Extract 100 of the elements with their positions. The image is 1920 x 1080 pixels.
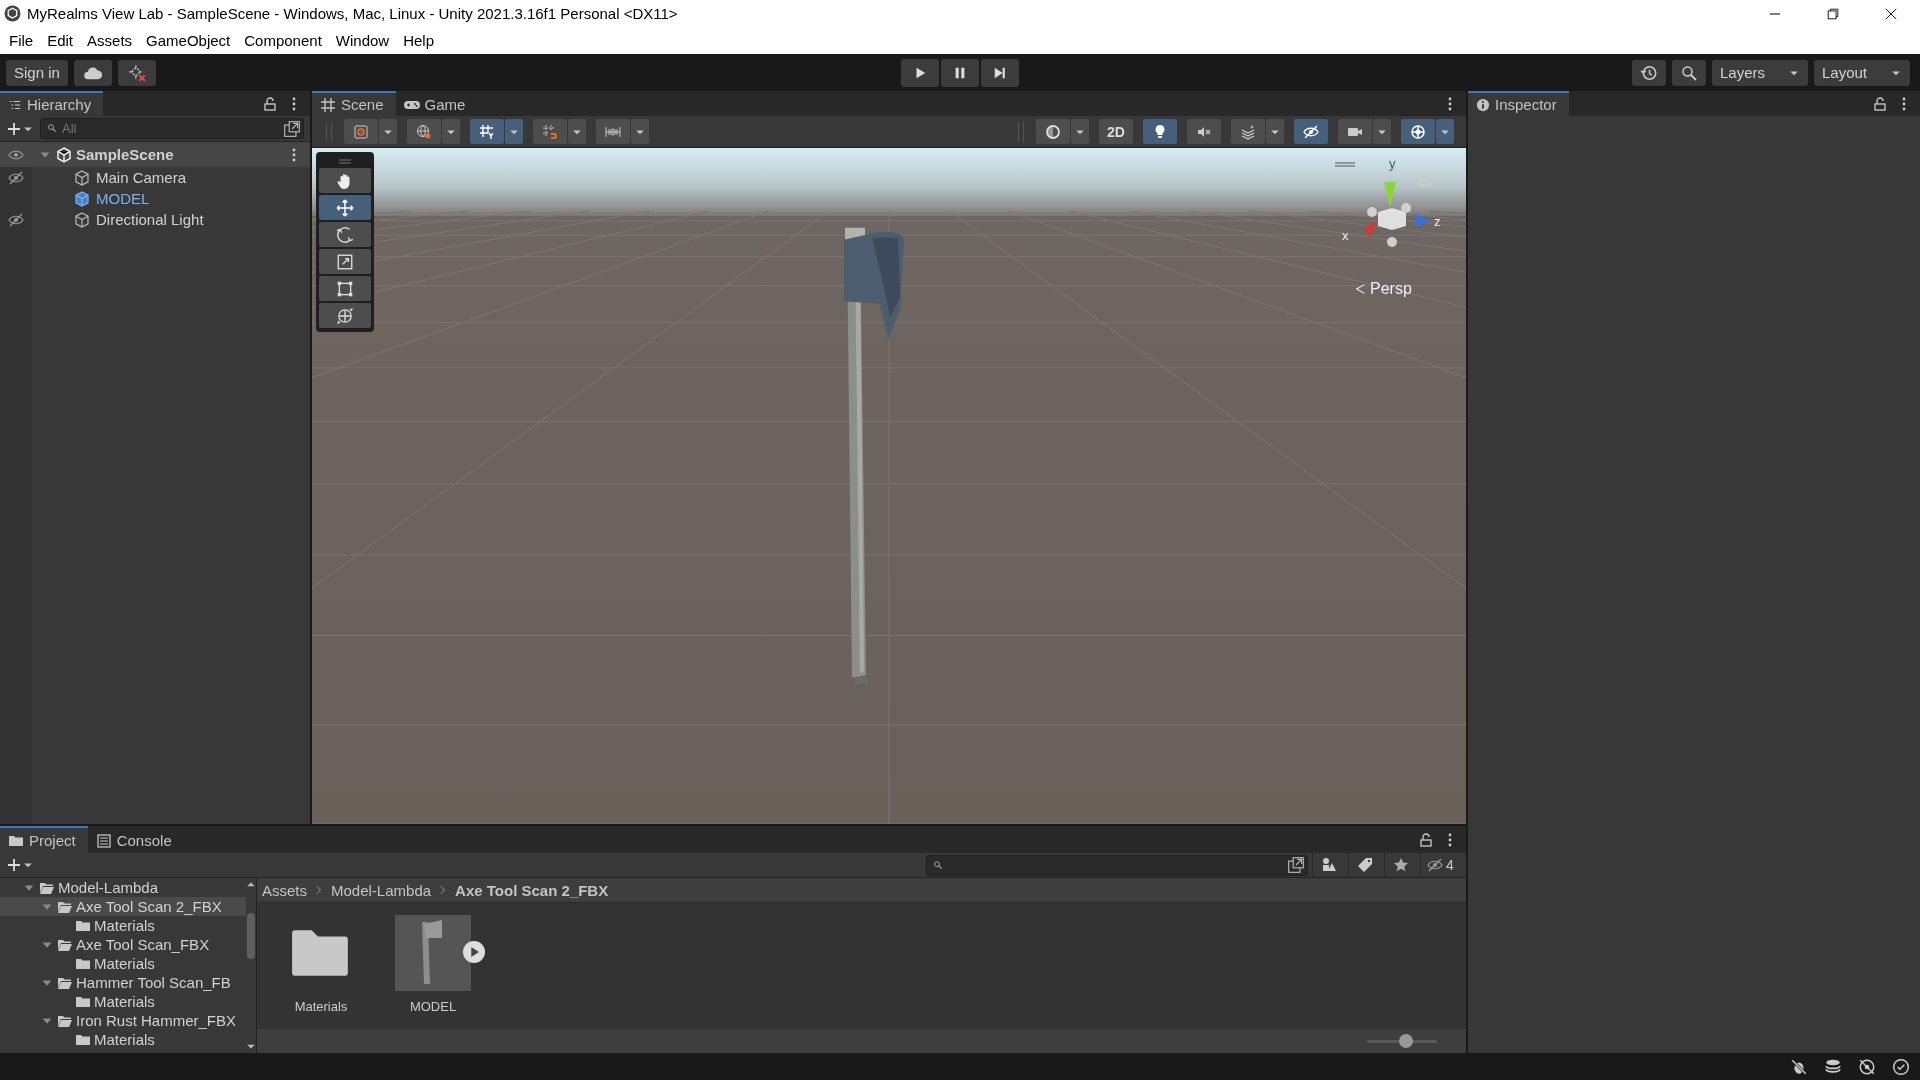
play-button[interactable]: [901, 58, 939, 87]
scale-icon: [336, 252, 354, 271]
panel-tab[interactable]: Project: [0, 826, 88, 853]
move-tool-button[interactable]: [319, 195, 371, 220]
scene-row[interactable]: SampleScene: [32, 142, 310, 167]
sphere-toggle[interactable]: [1036, 119, 1070, 144]
folder-tree-item[interactable]: Materials: [0, 954, 246, 973]
menu-item[interactable]: Help: [396, 32, 442, 49]
view-2d-button[interactable]: 2D: [1099, 119, 1133, 144]
layers-dropdown[interactable]: Layers: [1712, 59, 1808, 86]
rotate-tool-button[interactable]: [319, 222, 371, 247]
layers-toggle[interactable]: [1231, 119, 1265, 144]
grid-toggle[interactable]: [470, 119, 504, 144]
globe-toggle[interactable]: [407, 119, 441, 144]
rect-tool-button[interactable]: [319, 276, 371, 301]
slider-thumb[interactable]: [1398, 1034, 1413, 1048]
add-button[interactable]: [6, 857, 34, 873]
tag-icon: [1356, 857, 1373, 873]
folder-tree-item[interactable]: Axe Tool Scan 2_FBX: [0, 897, 246, 916]
transform-tool-button[interactable]: [319, 303, 371, 328]
menu-item[interactable]: Assets: [80, 32, 140, 49]
folder-tree-item[interactable]: Materials: [0, 992, 246, 1011]
search-input[interactable]: All: [62, 121, 279, 136]
plus-icon: [6, 857, 22, 873]
sign-in-button[interactable]: Sign in: [6, 59, 68, 86]
search-field[interactable]: [926, 854, 1308, 876]
menu-item[interactable]: Component: [237, 32, 329, 49]
lock-icon[interactable]: [1418, 831, 1434, 848]
check-circle-icon[interactable]: [1892, 1057, 1910, 1076]
bug-slash-icon[interactable]: [1790, 1057, 1808, 1076]
hierarchy-item[interactable]: Main Camera: [32, 167, 310, 188]
eye-slash-icon: [1427, 857, 1444, 873]
eye-slash-toggle[interactable]: [1294, 119, 1328, 144]
network-slash-icon[interactable]: [1858, 1057, 1876, 1076]
breadcrumb-link[interactable]: Assets: [262, 881, 307, 899]
dropdown-button[interactable]: [1436, 119, 1454, 144]
dropdown-button[interactable]: [1266, 119, 1284, 144]
light-bulb-toggle[interactable]: [1143, 119, 1177, 144]
rect-icon: [336, 279, 354, 298]
rotate-icon: [336, 225, 354, 244]
projection-label[interactable]: Persp: [1370, 280, 1412, 298]
folder-tree-item[interactable]: Axe Tool Scan_FBX: [0, 935, 246, 954]
asset-tile[interactable]: Materials: [265, 915, 377, 1017]
expand-icon[interactable]: [1287, 856, 1305, 874]
scale-tool-button[interactable]: [319, 249, 371, 274]
folder-tree-item[interactable]: Model-Lambda: [0, 878, 246, 897]
gizmo-icon: [1410, 123, 1426, 140]
search-field[interactable]: All: [40, 118, 304, 139]
restore-icon: [1826, 6, 1840, 21]
speaker-toggle[interactable]: [1187, 119, 1221, 144]
stack-icon[interactable]: [1824, 1057, 1842, 1076]
magnet-grid-toggle[interactable]: [533, 119, 567, 144]
menu-item[interactable]: Window: [328, 32, 397, 49]
pause-button[interactable]: [941, 58, 979, 87]
collab-button[interactable]: [117, 59, 156, 86]
hierarchy-item[interactable]: Directional Light: [32, 209, 310, 230]
lock-icon[interactable]: [1872, 95, 1888, 112]
menu-item[interactable]: File: [2, 32, 41, 49]
panel-tab[interactable]: Scene: [312, 91, 396, 116]
x-axis-label: x: [1342, 228, 1349, 243]
panel-tab[interactable]: Console: [87, 826, 184, 853]
folder-tree-item[interactable]: Materials: [0, 916, 246, 935]
dropdown-button[interactable]: [1373, 119, 1391, 144]
folder-tree-item[interactable]: Iron Rust Hammer_FBX: [0, 1011, 246, 1030]
menu-item[interactable]: Edit: [40, 32, 81, 49]
layout-dropdown[interactable]: Layout: [1814, 59, 1910, 86]
lock-icon[interactable]: [262, 95, 278, 112]
add-button[interactable]: [6, 120, 34, 137]
folder-tree-item[interactable]: Hammer Tool Scan_FB: [0, 973, 246, 992]
panel-tab[interactable]: Game: [395, 91, 478, 116]
dropdown-button[interactable]: [568, 119, 586, 144]
expand-icon[interactable]: [283, 119, 301, 138]
hierarchy-item[interactable]: MODEL: [32, 188, 310, 209]
panel-tab[interactable]: Inspector: [1468, 91, 1569, 116]
panel-tab[interactable]: Hierarchy: [0, 91, 104, 116]
dropdown-button[interactable]: [505, 119, 523, 144]
cube-icon: [74, 211, 90, 228]
dropdown-button[interactable]: [379, 119, 397, 144]
dropdown-button[interactable]: [1071, 119, 1089, 144]
step-button[interactable]: [981, 58, 1019, 87]
scrollbar-thumb[interactable]: [247, 912, 255, 959]
breadcrumb-link[interactable]: Axe Tool Scan 2_FBX: [455, 881, 609, 899]
dropdown-button[interactable]: [631, 119, 649, 144]
search-button[interactable]: [1672, 59, 1706, 86]
breadcrumb-link[interactable]: Model-Lambda: [331, 881, 432, 899]
hidden-packages-button[interactable]: 4: [1420, 853, 1460, 877]
search-icon: [47, 123, 58, 134]
grid-icon: [479, 123, 495, 140]
menu-item[interactable]: GameObject: [139, 32, 238, 49]
folder-tree-item[interactable]: Materials: [0, 1030, 246, 1049]
cloud-button[interactable]: [73, 59, 112, 86]
video-camera-toggle[interactable]: [1338, 119, 1372, 144]
dropdown-button[interactable]: [442, 119, 460, 144]
gizmo-toggle[interactable]: [1401, 119, 1435, 144]
square-circle-toggle[interactable]: [344, 119, 378, 144]
history-button[interactable]: [1632, 59, 1666, 86]
play-circle-icon[interactable]: [463, 941, 485, 963]
ruler-toggle[interactable]: [596, 119, 630, 144]
pause-icon: [953, 65, 967, 80]
hand-tool-button[interactable]: [319, 168, 371, 193]
